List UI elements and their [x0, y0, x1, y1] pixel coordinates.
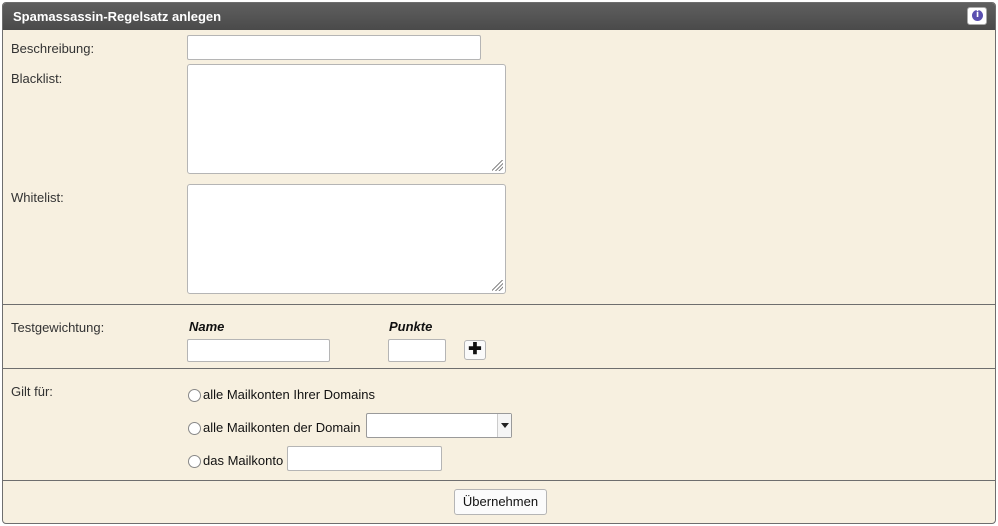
- rule-set-panel: Spamassassin-Regelsatz anlegen i Beschre…: [2, 2, 996, 524]
- section-divider: [3, 304, 995, 305]
- beschreibung-label: Beschreibung:: [11, 41, 95, 56]
- submit-button[interactable]: Übernehmen: [454, 489, 547, 515]
- radio-mailaccount[interactable]: [188, 455, 201, 468]
- domain-select[interactable]: [366, 413, 512, 438]
- whitelist-textarea[interactable]: [187, 184, 506, 294]
- mailkonto-input[interactable]: [287, 446, 442, 471]
- info-icon: i: [972, 10, 983, 21]
- testgewichtung-label: Testgewichtung:: [11, 320, 105, 335]
- gilt-fuer-label: Gilt für:: [11, 384, 53, 399]
- name-column-header: Name: [189, 319, 225, 334]
- chevron-down-icon[interactable]: [497, 414, 511, 437]
- blacklist-label: Blacklist:: [11, 71, 63, 86]
- radio-all-domains-label[interactable]: alle Mailkonten Ihrer Domains: [203, 387, 375, 402]
- radio-domain-label[interactable]: alle Mailkonten der Domain: [203, 420, 361, 435]
- plus-icon: ✚: [468, 341, 482, 358]
- blacklist-textarea[interactable]: [187, 64, 506, 174]
- radio-domain[interactable]: [188, 422, 201, 435]
- resize-grip-icon[interactable]: [492, 280, 503, 291]
- radio-all-domains[interactable]: [188, 389, 201, 402]
- whitelist-label: Whitelist:: [11, 190, 64, 205]
- section-divider: [3, 368, 995, 369]
- test-name-input[interactable]: [187, 339, 330, 362]
- punkte-column-header: Punkte: [389, 319, 433, 334]
- radio-mailaccount-label[interactable]: das Mailkonto: [203, 453, 283, 468]
- section-divider: [3, 480, 995, 481]
- beschreibung-input[interactable]: [187, 35, 481, 60]
- add-test-button[interactable]: ✚: [464, 340, 486, 360]
- test-punkte-input[interactable]: [388, 339, 446, 362]
- info-button[interactable]: i: [967, 7, 987, 25]
- panel-titlebar: Spamassassin-Regelsatz anlegen i: [3, 3, 995, 30]
- resize-grip-icon[interactable]: [492, 160, 503, 171]
- panel-title: Spamassassin-Regelsatz anlegen: [13, 9, 222, 24]
